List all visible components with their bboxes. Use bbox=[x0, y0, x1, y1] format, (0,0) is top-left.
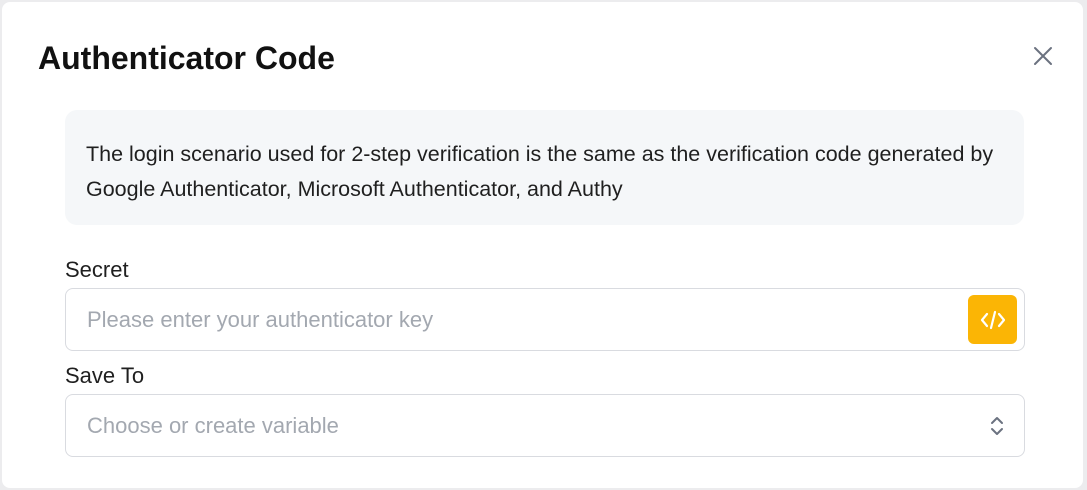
secret-field bbox=[65, 288, 1025, 351]
secret-input[interactable] bbox=[87, 289, 947, 350]
save-to-placeholder: Choose or create variable bbox=[87, 413, 339, 438]
close-icon bbox=[1034, 47, 1052, 65]
code-icon bbox=[980, 310, 1005, 329]
save-to-label: Save To bbox=[65, 363, 145, 388]
authenticator-code-dialog: Authenticator Code The login scenario us… bbox=[2, 2, 1083, 488]
info-box: The login scenario used for 2-step verif… bbox=[65, 110, 1024, 225]
save-to-select[interactable]: Choose or create variable bbox=[65, 394, 1025, 457]
insert-variable-button[interactable] bbox=[968, 295, 1017, 344]
info-text: The login scenario used for 2-step verif… bbox=[86, 142, 994, 201]
chevron-up-down-icon bbox=[986, 414, 1008, 438]
secret-label: Secret bbox=[65, 257, 129, 282]
close-button[interactable] bbox=[1027, 40, 1059, 72]
dialog-title: Authenticator Code bbox=[38, 40, 335, 76]
